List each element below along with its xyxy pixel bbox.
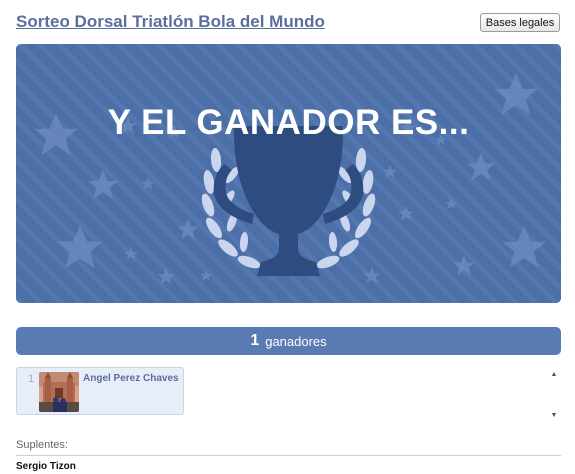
winner-avatar [39, 372, 79, 412]
winner-rank: 1 [28, 373, 35, 385]
winners-count: 1 [250, 332, 260, 349]
substitutes-divider [16, 455, 561, 456]
bases-legales-button[interactable]: Bases legales [480, 13, 560, 32]
scroll-up-arrow[interactable]: ▲ [549, 370, 559, 380]
page-title[interactable]: Sorteo Dorsal Triatlón Bola del Mundo [16, 12, 325, 32]
substitute-name: Sergio Tizon [16, 461, 76, 472]
banner-heading: Y EL GANADOR ES... [107, 103, 470, 142]
winner-name[interactable]: Angel Perez Chaves [83, 373, 179, 384]
winners-count-bar: 1 ganadores [16, 327, 561, 355]
trophy-illustration [16, 44, 561, 303]
winner-banner: Y EL GANADOR ES... [16, 44, 561, 303]
winners-label: ganadores [265, 333, 327, 349]
winner-card[interactable]: 1 Angel Perez Chaves [16, 367, 184, 415]
substitutes-label: Suplentes: [16, 439, 68, 451]
scroll-down-arrow[interactable]: ▼ [549, 411, 559, 421]
